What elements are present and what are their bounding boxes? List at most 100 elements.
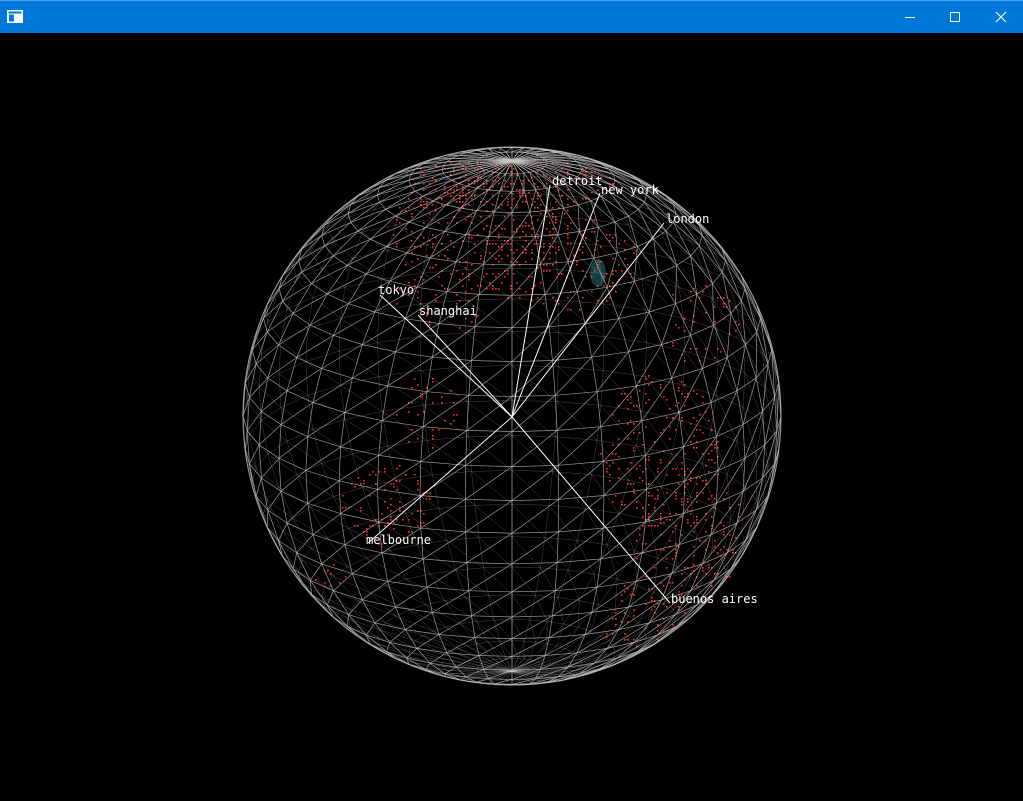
land-dot: [465, 219, 467, 221]
land-dot: [498, 234, 500, 236]
wireframe-edge: [405, 629, 440, 635]
wireframe-edge: [593, 252, 618, 259]
wireframe-edge: [339, 480, 378, 490]
wireframe-edge: [426, 587, 433, 613]
wireframe-edge: [386, 226, 426, 247]
land-dot: [627, 468, 629, 470]
wireframe-edge: [591, 351, 629, 358]
wireframe-edge: [556, 623, 564, 646]
wireframe-edge: [584, 323, 593, 358]
land-dot: [615, 291, 617, 293]
wireframe-edge: [524, 189, 536, 192]
land-dot: [570, 243, 572, 245]
wireframe-edge: [471, 471, 476, 506]
land-dot: [546, 264, 548, 266]
land-dot: [711, 459, 713, 461]
wireframe-edge: [600, 370, 604, 406]
render-viewport[interactable]: detroit new york london tokyo shanghai m…: [0, 33, 1023, 801]
wireframe-edge: [426, 357, 433, 392]
close-button[interactable]: [978, 1, 1023, 33]
wireframe-edge: [474, 193, 513, 195]
wireframe-edge: [628, 351, 637, 387]
land-dot: [504, 180, 506, 182]
wireframe-edge: [671, 335, 691, 379]
land-dot: [417, 483, 419, 485]
wireframe-edge: [420, 370, 424, 406]
land-dot: [618, 264, 620, 266]
minimize-button[interactable]: [887, 1, 933, 33]
city-pin-line: [367, 416, 513, 544]
land-dot: [519, 288, 521, 290]
land-dot: [501, 249, 503, 251]
wireframe-edge: [476, 189, 489, 211]
wireframe-edge: [258, 444, 262, 479]
wireframe-edge: [422, 395, 469, 427]
wireframe-edge: [755, 363, 769, 379]
land-dot: [552, 246, 554, 248]
wireframe-edge: [408, 180, 411, 186]
wireframe-edge: [474, 505, 480, 538]
wireframe-edge: [518, 151, 525, 153]
wireframe-edge: [614, 609, 629, 617]
maximize-button[interactable]: [932, 1, 978, 33]
title-bar[interactable]: [0, 0, 1023, 33]
wireframe-edge: [661, 335, 691, 345]
land-dot: [693, 417, 695, 419]
wireframe-edge: [715, 390, 738, 437]
wireframe-edge: [333, 238, 371, 257]
wireframe-edge: [377, 489, 380, 523]
land-dot: [399, 207, 401, 209]
land-dot: [690, 525, 692, 527]
land-dot: [705, 483, 707, 485]
land-dot: [342, 507, 344, 509]
wireframe-edge: [478, 663, 482, 666]
land-dot: [612, 444, 614, 446]
wireframe-edge: [278, 373, 308, 396]
wireframe-edge: [702, 368, 712, 403]
wireframe-edge: [406, 573, 431, 580]
land-dot: [483, 276, 485, 278]
wireframe-edge: [557, 401, 601, 406]
land-dot: [441, 396, 443, 398]
wireframe-edge: [301, 548, 312, 560]
land-dot: [405, 264, 407, 266]
land-dot: [363, 480, 365, 482]
land-dot: [552, 264, 554, 266]
wireframe-edge: [523, 172, 537, 191]
wireframe-edge: [499, 172, 506, 175]
land-dot: [549, 177, 551, 179]
land-dot: [453, 414, 455, 416]
wireframe-edge: [744, 513, 761, 544]
land-dot: [558, 246, 560, 248]
land-dot: [540, 195, 542, 197]
land-dot: [519, 297, 521, 299]
wireframe-edge: [432, 630, 459, 649]
wireframe-edge: [600, 426, 604, 462]
land-dot: [534, 207, 536, 209]
wireframe-edge: [591, 587, 598, 613]
land-dot: [633, 450, 635, 452]
wireframe-globe[interactable]: detroit new york london tokyo shanghai m…: [0, 33, 1023, 801]
wireframe-edge: [423, 401, 467, 406]
land-dot: [669, 540, 671, 542]
wireframe-edge: [488, 212, 513, 237]
wireframe-edge: [267, 454, 279, 488]
wireframe-edge: [379, 622, 386, 630]
wireframe-edge: [511, 430, 558, 432]
land-dot: [717, 297, 719, 299]
wireframe-edge: [305, 446, 341, 471]
wireframe-edge: [249, 396, 262, 412]
wireframe-edge: [572, 635, 602, 652]
wireframe-edge: [534, 643, 548, 661]
land-dot: [396, 243, 398, 245]
land-dot: [708, 471, 710, 473]
wireframe-edge: [389, 550, 431, 575]
wireframe-edge: [555, 436, 598, 441]
wireframe-edge: [286, 503, 308, 524]
wireframe-edge: [557, 426, 601, 431]
wireframe-edge: [471, 615, 513, 618]
wireframe-edge: [511, 236, 536, 266]
wireframe-edge: [438, 323, 475, 328]
wireframe-edge: [511, 211, 530, 213]
wireframe-edge: [267, 491, 282, 511]
